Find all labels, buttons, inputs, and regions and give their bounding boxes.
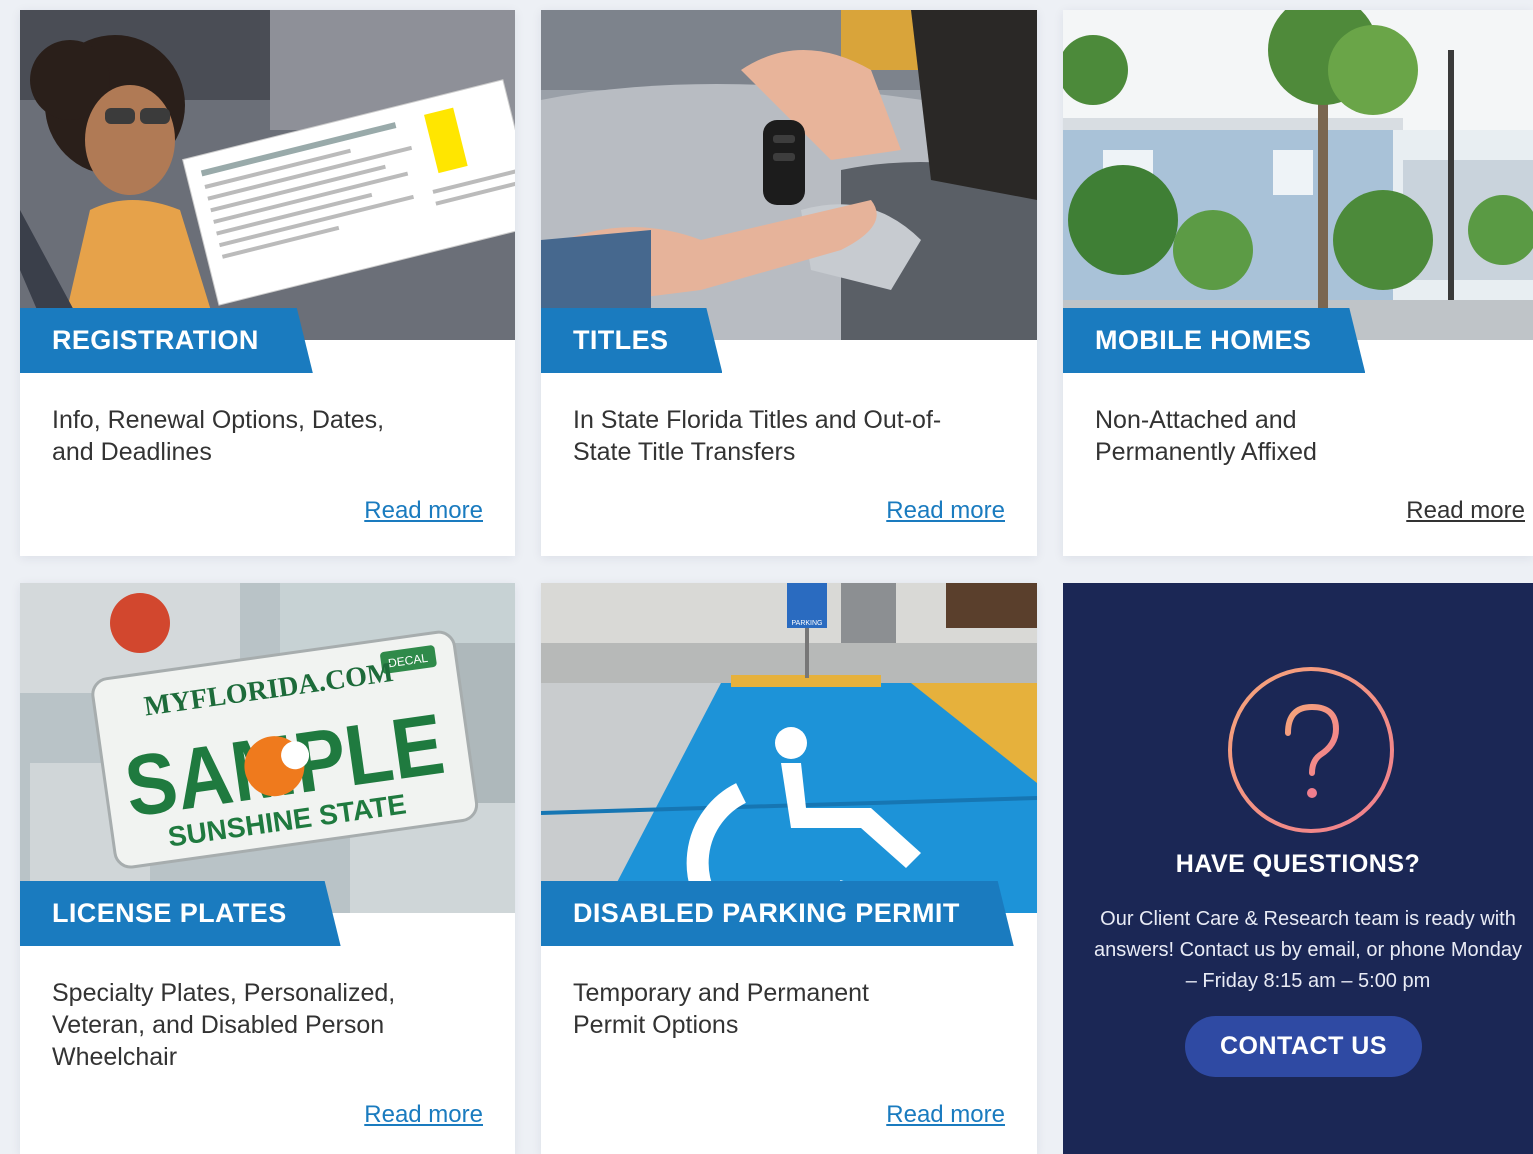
card-description: Specialty Plates, Personalized, Veteran,… [52,979,396,1071]
help-title: HAVE QUESTIONS? [1175,850,1421,878]
card-title: REGISTRATION [20,308,313,373]
card-description: In State Florida Titles and Out-of-State… [573,406,942,466]
card-disabled-parking-permit: PARKING DISABLED PARKING PERMIT Temporar… [541,583,1037,1154]
read-more-link[interactable]: Read more [886,1101,1005,1129]
disabled-parking-image: PARKING [541,583,1037,913]
card-description: Non-Attached and Permanently Affixed [1095,406,1317,466]
mobile-homes-image [1063,10,1533,340]
card-title: DISABLED PARKING PERMIT [541,881,1014,946]
card-description: Info, Renewal Options, Dates, and Deadli… [52,406,385,466]
read-more-link[interactable]: Read more [886,497,1005,525]
registration-image [20,10,515,340]
card-mobile-homes: MOBILE HOMES Non-Attached and Permanentl… [1063,10,1533,556]
card-title: LICENSE PLATES [20,881,341,946]
parking-sign-text: PARKING [792,620,823,627]
titles-image [541,10,1037,340]
question-circle-icon [1228,667,1394,833]
read-more-link[interactable]: Read more [1406,497,1525,525]
read-more-link[interactable]: Read more [364,1101,483,1129]
card-registration: REGISTRATION Info, Renewal Options, Date… [20,10,515,556]
help-text: Our Client Care & Research team is ready… [1094,908,1522,992]
card-title: TITLES [541,308,722,373]
card-license-plates: DECAL MYFLORIDA.COM SAMPLE SUNSHINE STAT… [20,583,515,1154]
card-description: Temporary and Permanent Permit Options [573,979,869,1039]
card-title: MOBILE HOMES [1063,308,1365,373]
license-plates-image: DECAL MYFLORIDA.COM SAMPLE SUNSHINE STAT… [20,583,515,913]
read-more-link[interactable]: Read more [364,497,483,525]
card-titles: TITLES In State Florida Titles and Out-o… [541,10,1037,556]
help-panel: HAVE QUESTIONS? Our Client Care & Resear… [1063,583,1533,1154]
contact-us-button[interactable]: CONTACT US [1185,1016,1422,1077]
